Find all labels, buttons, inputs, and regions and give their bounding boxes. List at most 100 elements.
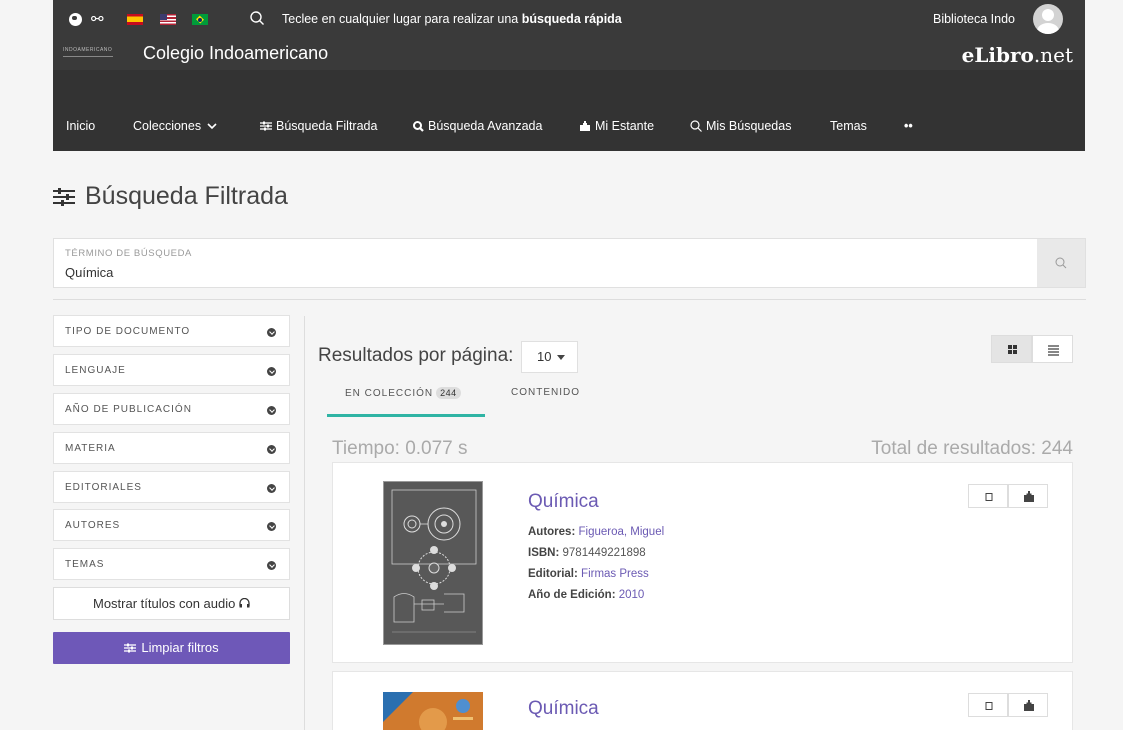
search-icon [1055,257,1067,269]
list-icon [1048,345,1059,356]
book-cover-illustration [384,482,482,644]
year-value: 2010 [618,589,645,601]
search-icon [413,120,424,132]
year-label: Año de Edición: [528,589,616,601]
book-isbn: ISBN: 9781449221898 [528,547,646,559]
search-button[interactable] [1037,239,1085,287]
shelf-icon [580,120,590,131]
tab-contenido[interactable]: CONTENIDO [511,387,580,398]
search-input[interactable]: Química [65,265,113,280]
nav-label: Temas [830,119,867,133]
results-per-page-select[interactable]: 10 [521,341,578,373]
filter-label: LENGUAJE [65,365,126,376]
utility-row: ⚯ Teclee en cualquier lugar para realiza… [53,0,1085,38]
book-icon [985,702,993,710]
book-title[interactable]: Química [528,698,599,720]
filter-tipo-documento[interactable]: TIPO DE DOCUMENTO [53,315,290,347]
headphones-icon [239,597,250,608]
read-button[interactable] [968,484,1008,508]
nav-busqueda-filtrada[interactable]: Búsqueda Filtrada [260,119,377,133]
chevron-down-icon [267,484,276,493]
filter-temas[interactable]: TEMAS [53,548,290,580]
nav-busqueda-avanzada[interactable]: Búsqueda Avanzada [413,119,542,133]
sliders-icon [53,187,75,206]
results-divider [304,316,305,730]
add-to-shelf-button[interactable] [1008,693,1048,717]
total-results: Total de resultados: 244 [871,438,1073,459]
spain-flag-icon[interactable] [127,14,143,25]
filter-label: TIPO DE DOCUMENTO [65,326,191,337]
nav-colecciones[interactable]: Colecciones [133,119,219,133]
caret-down-icon [557,355,565,360]
sliders-icon [124,643,137,653]
book-cover-illustration [383,692,483,730]
filter-anio-publicacion[interactable]: AÑO DE PUBLICACIÓN [53,393,290,425]
isbn-value: 9781449221898 [562,547,646,559]
read-button[interactable] [968,693,1008,717]
publisher-link[interactable]: Firmas Press [581,568,649,580]
quick-search-prefix: Teclee en cualquier lugar para realizar … [282,12,522,26]
grid-view-button[interactable] [991,335,1032,363]
brand-bold: eLibro [961,43,1034,67]
chevron-down-icon [267,522,276,531]
chevron-down-icon [267,328,276,337]
audio-titles-button[interactable]: Mostrar títulos con audio [53,587,290,620]
clear-filters-button[interactable]: Limpiar filtros [53,632,290,664]
result-card: Química Autores: Figueroa, Miguel ISBN: … [332,462,1073,663]
book-cover[interactable] [383,692,483,730]
filter-label: EDITORIALES [65,482,142,493]
search-icon[interactable] [249,10,265,26]
brand-row: INDOAMERICANO Colegio Indoamericano eLib… [53,38,1085,74]
add-to-shelf-button[interactable] [1008,484,1048,508]
sliders-icon [260,121,272,131]
usa-flag-icon[interactable] [160,14,176,25]
list-view-button[interactable] [1032,335,1073,363]
filter-label: TEMAS [65,559,105,570]
chevron-down-icon [267,367,276,376]
book-title[interactable]: Química [528,491,599,513]
nav-more[interactable]: •• [904,119,913,133]
library-name[interactable]: Biblioteca Indo [933,12,1015,26]
page-title: Búsqueda Filtrada [53,182,288,211]
avatar[interactable] [1033,4,1063,34]
nav-label: Búsqueda Filtrada [276,119,378,133]
nav-mi-estante[interactable]: Mi Estante [579,119,654,133]
book-year: Año de Edición: 2010 [528,589,644,601]
nav-temas[interactable]: Temas [830,119,867,133]
nav-menu: Inicio Colecciones Búsqueda Filtrada Bús… [53,106,1085,146]
shelf-icon [1024,700,1034,711]
search-icon [690,120,702,132]
nav-mis-busquedas[interactable]: Mis Búsquedas [690,119,791,133]
filter-autores[interactable]: AUTORES [53,509,290,541]
search-term-field[interactable]: TÉRMINO DE BÚSQUEDA Química [53,238,1086,288]
authors-label: Autores: [528,526,576,538]
publisher-label: Editorial: [528,568,578,580]
search-term-label: TÉRMINO DE BÚSQUEDA [65,248,192,259]
brazil-flag-icon[interactable] [192,14,208,25]
audio-button-label: Mostrar títulos con audio [93,596,236,611]
elibro-logo[interactable]: eLibro.net [962,43,1073,67]
nav-inicio[interactable]: Inicio [66,119,95,133]
author-link[interactable]: Figueroa, Miguel [578,526,664,538]
link-icon[interactable]: ⚯ [91,10,104,28]
nav-label: Mis Búsquedas [706,119,792,133]
count-badge: 244 [436,387,461,399]
clear-button-label: Limpiar filtros [141,640,219,655]
globe-icon[interactable] [69,13,82,26]
chevron-down-icon [267,406,276,415]
chevron-down-icon [267,561,276,570]
school-name[interactable]: Colegio Indoamericano [143,43,328,64]
navbar: INDOAMERICANO Colegio Indoamericano eLib… [53,43,1085,151]
filter-editoriales[interactable]: EDITORIALES [53,471,290,503]
quick-search-bold: búsqueda rápida [521,12,622,26]
school-logo[interactable]: INDOAMERICANO [63,43,113,57]
nav-label: Colecciones [133,119,202,133]
book-cover[interactable] [383,481,483,645]
tab-en-coleccion[interactable]: EN COLECCIÓN 244 [345,387,461,399]
filter-label: AÑO DE PUBLICACIÓN [65,404,192,415]
quick-search-hint[interactable]: Teclee en cualquier lugar para realizar … [282,12,622,26]
filter-materia[interactable]: MATERIA [53,432,290,464]
filter-lenguaje[interactable]: LENGUAJE [53,354,290,386]
shelf-icon [1024,491,1034,502]
brand-suffix: .net [1033,43,1073,67]
